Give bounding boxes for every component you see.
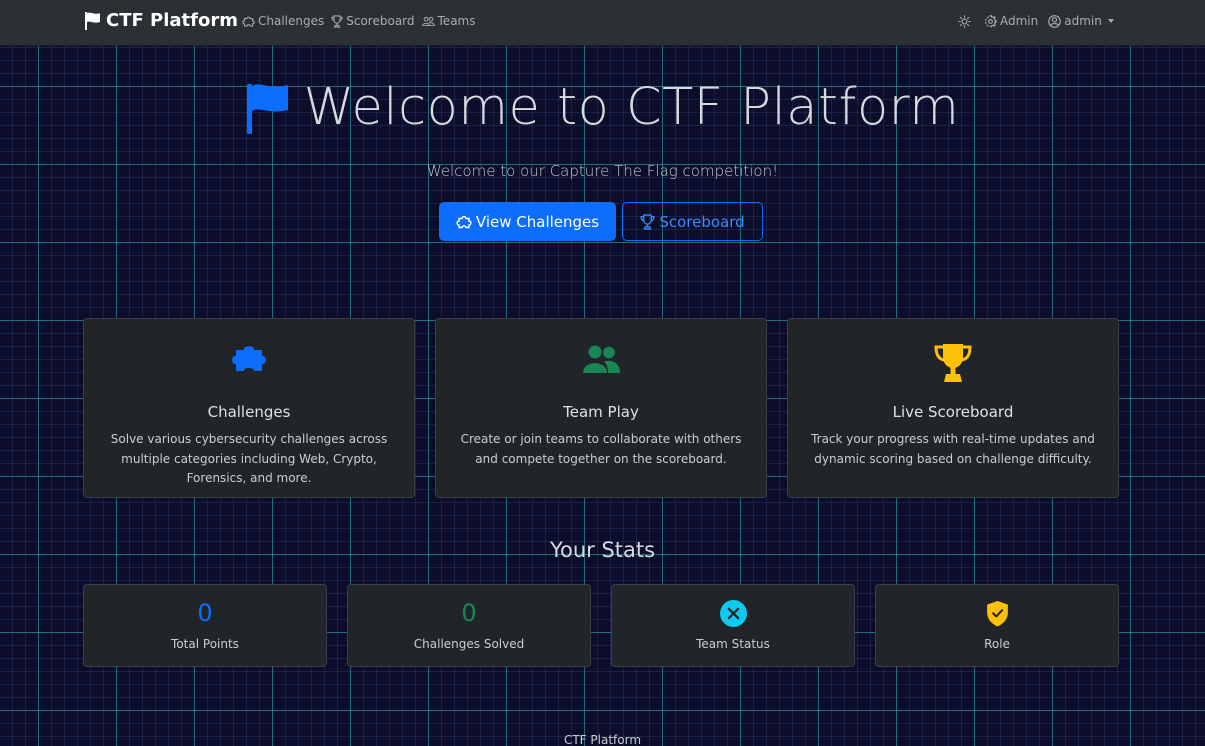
feature-description: Solve various cybersecurity challenges a… bbox=[110, 432, 388, 485]
stat-value: 0 bbox=[197, 599, 213, 627]
people-icon bbox=[421, 16, 435, 26]
shield-check-icon bbox=[986, 600, 1008, 626]
brand-label: CTF Platform bbox=[106, 10, 238, 31]
nav-challenges-label: Challenges bbox=[258, 14, 325, 28]
view-challenges-label: View Challenges bbox=[475, 212, 600, 231]
stats-title: Your Stats bbox=[549, 538, 656, 562]
puzzle-icon bbox=[232, 346, 266, 371]
footer-text: CTF Platform bbox=[563, 733, 642, 746]
puzzle-icon bbox=[242, 16, 255, 26]
feature-card-challenges: Challenges Solve various cybersecurity c… bbox=[83, 318, 415, 498]
hero-title: Welcome to CTF Platform bbox=[0, 78, 1205, 137]
feature-card-team-play: Team Play Create or join teams to collab… bbox=[435, 318, 767, 498]
scoreboard-button-label: Scoreboard bbox=[659, 212, 745, 231]
hero-subtitle: Welcome to our Capture The Flag competit… bbox=[426, 162, 779, 180]
user-circle-icon bbox=[1048, 14, 1062, 28]
feature-description: Create or join teams to collaborate with… bbox=[460, 432, 742, 466]
stat-card-challenges-solved: 0 Challenges Solved bbox=[347, 584, 591, 667]
flag-icon bbox=[246, 83, 288, 134]
user-dropdown[interactable]: admin bbox=[1048, 14, 1114, 28]
people-icon bbox=[583, 345, 620, 373]
nav-teams-label: Teams bbox=[437, 14, 476, 28]
puzzle-icon bbox=[456, 215, 472, 228]
stat-card-role: Role bbox=[875, 584, 1119, 667]
theme-toggle[interactable] bbox=[958, 14, 974, 28]
nav-admin[interactable]: Admin bbox=[984, 14, 1038, 28]
feature-title: Challenges bbox=[207, 403, 291, 421]
trophy-icon bbox=[934, 344, 972, 382]
sun-icon bbox=[958, 14, 971, 28]
chevron-down-icon bbox=[1107, 19, 1114, 23]
feature-description: Track your progress with real-time updat… bbox=[811, 432, 1095, 466]
feature-title: Live Scoreboard bbox=[892, 403, 1014, 421]
trophy-icon bbox=[640, 213, 655, 230]
nav-teams[interactable]: Teams bbox=[421, 14, 476, 28]
stat-value: 0 bbox=[461, 599, 477, 627]
user-dropdown-label: admin bbox=[1064, 14, 1102, 28]
feature-card-live-scoreboard: Live Scoreboard Track your progress with… bbox=[787, 318, 1119, 498]
stat-label: Challenges Solved bbox=[413, 637, 525, 651]
nav-admin-label: Admin bbox=[1000, 14, 1039, 28]
trophy-icon bbox=[331, 14, 343, 28]
hero-title-text: Welcome to CTF Platform bbox=[303, 78, 960, 137]
view-challenges-button[interactable]: View Challenges bbox=[439, 202, 616, 241]
x-circle-icon bbox=[719, 599, 747, 627]
gear-icon bbox=[985, 14, 997, 27]
feature-title: Team Play bbox=[563, 403, 639, 421]
stat-card-total-points: 0 Total Points bbox=[83, 584, 327, 667]
stat-label: Total Points bbox=[171, 637, 239, 651]
flag-icon bbox=[85, 11, 100, 30]
scoreboard-button[interactable]: Scoreboard bbox=[622, 202, 763, 241]
nav-challenges[interactable]: Challenges bbox=[242, 14, 324, 28]
stat-label: Role bbox=[984, 637, 1010, 651]
brand-link[interactable]: CTF Platform bbox=[84, 10, 238, 31]
stat-card-team-status: Team Status bbox=[611, 584, 855, 667]
stat-label: Team Status bbox=[696, 637, 770, 651]
nav-scoreboard-label: Scoreboard bbox=[346, 14, 415, 28]
nav-scoreboard[interactable]: Scoreboard bbox=[331, 14, 415, 28]
navbar: CTF Platform Challenges Scoreboard Teams bbox=[0, 0, 1205, 46]
